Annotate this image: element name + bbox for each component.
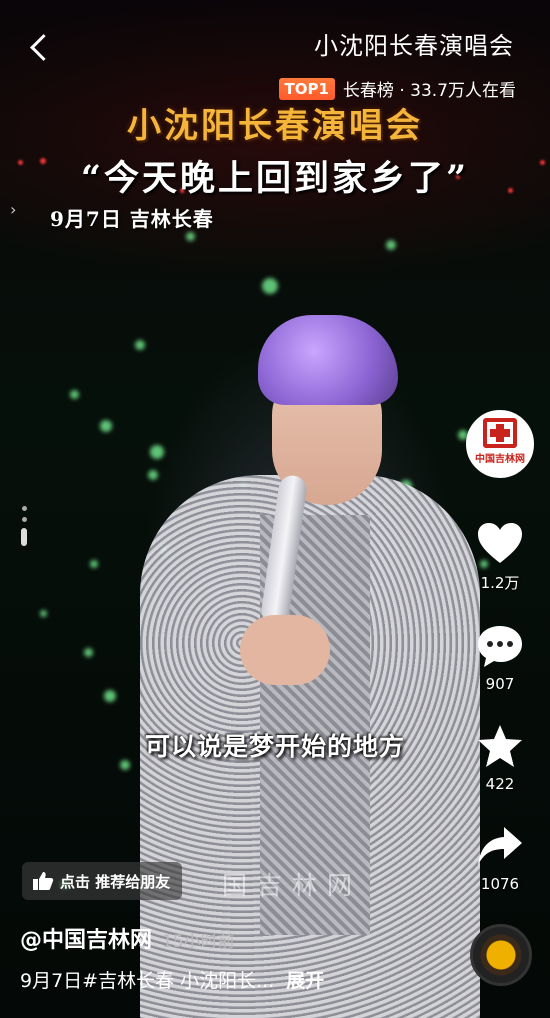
author-row: @中国吉林网 15小时前 (20, 922, 235, 954)
top-rank-badge: TOP1 (278, 77, 335, 100)
bokeh-light (386, 240, 396, 250)
music-disc-icon[interactable] (470, 924, 532, 986)
bokeh-light (104, 690, 116, 702)
heart-icon (475, 520, 525, 566)
recommend-button[interactable]: 点击 推荐给朋友 (22, 862, 183, 900)
overlay-quote: “今天晚上回到家乡了” (80, 158, 470, 199)
comment-icon (475, 623, 525, 669)
performer-hair (258, 315, 398, 405)
bokeh-light (90, 560, 98, 568)
overlay-title: 小沈阳长春演唱会 (127, 106, 423, 146)
progress-dot (21, 517, 27, 522)
progress-indicator (20, 506, 28, 552)
bokeh-light (70, 390, 79, 399)
star-icon (475, 723, 525, 769)
recommend-label: 点击 推荐给朋友 (60, 872, 171, 891)
bokeh-light (262, 278, 278, 294)
performer-hand (240, 615, 330, 685)
description-row: 9月7日#吉林长春 小沈阳长... 展开 (20, 966, 324, 993)
thumbs-up-icon (33, 872, 54, 890)
post-time: 15小时前 (162, 932, 235, 952)
author-name[interactable]: @中国吉林网 (20, 922, 152, 954)
performer-figure (140, 315, 480, 1018)
avatar-label: 中国吉林网 (475, 453, 525, 465)
like-count: 1.2万 (480, 574, 520, 592)
share-button[interactable]: 1076 (475, 823, 525, 893)
share-count: 1076 (480, 875, 520, 893)
expand-button[interactable]: 展开 (286, 966, 324, 993)
video-description[interactable]: 9月7日#吉林长春 小沈阳长... (20, 966, 274, 993)
logo-icon (483, 417, 517, 448)
progress-dot (21, 506, 27, 511)
comment-count: 907 (485, 675, 515, 693)
watermark: 国吉林网 (222, 871, 363, 900)
bokeh-light (100, 420, 112, 432)
favorite-count: 422 (485, 775, 515, 793)
progress-dot-active (21, 528, 27, 546)
share-icon (475, 823, 525, 869)
author-avatar[interactable]: 中国吉林网 (466, 410, 534, 478)
favorite-button[interactable]: 422 (475, 723, 525, 793)
chevron-right-icon[interactable]: › (10, 200, 16, 219)
action-rail: 中国吉林网 1.2万 907 422 1076 (462, 410, 538, 893)
bokeh-light (40, 610, 47, 617)
overlay-date-location: 9月7日 吉林长春 (50, 207, 214, 231)
video-title: 小沈阳长春演唱会 (314, 32, 514, 60)
comment-button[interactable]: 907 (475, 623, 525, 693)
like-button[interactable]: 1.2万 (475, 520, 525, 593)
bokeh-light (186, 232, 195, 241)
bokeh-light (84, 648, 93, 657)
back-icon[interactable] (26, 30, 54, 64)
